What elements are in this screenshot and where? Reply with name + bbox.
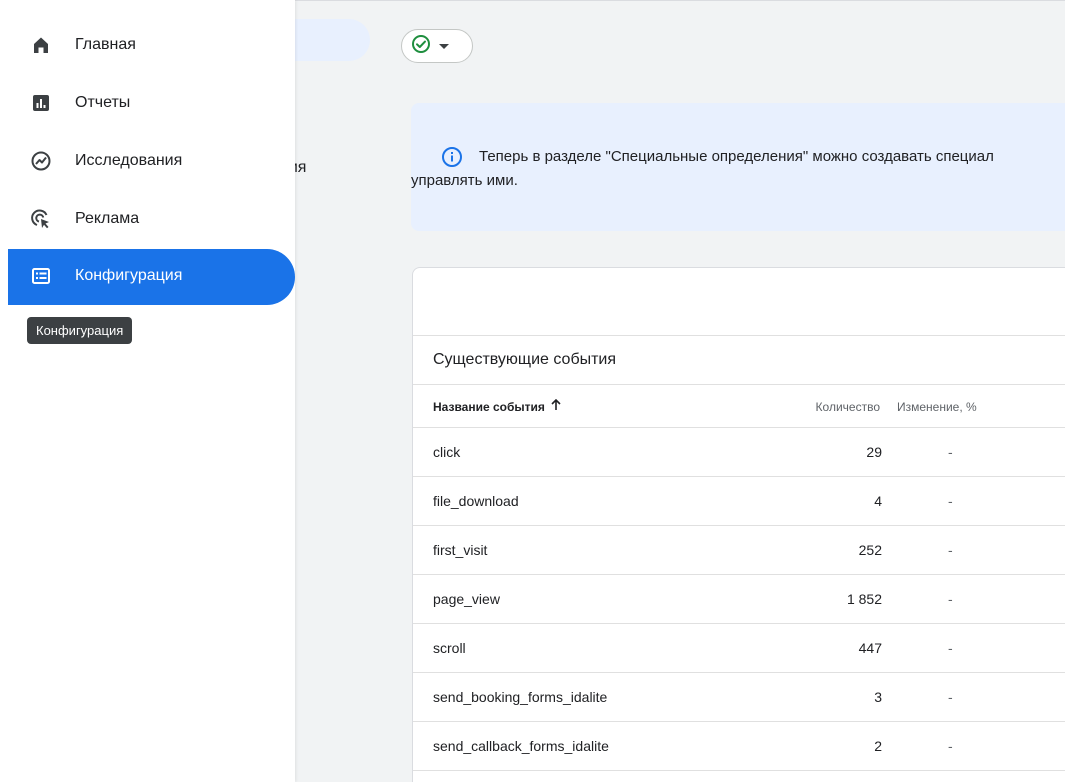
info-icon [441, 146, 463, 168]
nav-item-label: Реклама [75, 210, 140, 227]
event-name: scroll [433, 640, 466, 656]
banner-text-line1: Теперь в разделе "Специальные определени… [479, 148, 994, 165]
advertising-cursor-icon [30, 208, 52, 230]
event-name: send_booking_forms_idalite [433, 689, 608, 705]
nav-item-home[interactable]: Главная [8, 18, 295, 74]
event-change: - [948, 640, 953, 656]
event-count: 29 [866, 444, 882, 460]
chevron-down-icon [439, 43, 449, 49]
event-change: - [948, 542, 953, 558]
table-row[interactable]: click 29 - [413, 428, 1065, 477]
status-dropdown[interactable] [401, 29, 473, 63]
event-count: 3 [874, 689, 882, 705]
column-header-change[interactable]: Изменение, % [897, 400, 977, 414]
column-header-name-label: Название события [433, 399, 545, 414]
table-row[interactable]: send_callback_forms_idalite 2 - [413, 722, 1065, 771]
nav-item-label: Отчеты [75, 94, 131, 111]
event-change: - [948, 444, 953, 460]
events-table-title: Существующие события [413, 336, 1065, 385]
table-row[interactable]: send_booking_forms_idalite 3 - [413, 673, 1065, 722]
event-name: click [433, 444, 461, 460]
event-name: send_callback_forms_idalite [433, 738, 609, 754]
event-count: 447 [858, 640, 882, 656]
event-name: first_visit [433, 542, 488, 558]
event-name: file_download [433, 493, 519, 509]
nav-item-configure[interactable]: Конфигурация [8, 249, 295, 305]
column-header-name[interactable]: Название события [433, 398, 562, 414]
nav-item-label: Исследования [75, 152, 183, 169]
table-row[interactable]: first_visit 252 - [413, 526, 1065, 575]
column-header-count[interactable]: Количество [816, 400, 880, 414]
event-count: 4 [874, 493, 882, 509]
event-change: - [948, 689, 953, 705]
nav-item-explore[interactable]: Исследования [8, 134, 295, 190]
reports-bar-chart-icon [30, 92, 52, 114]
table-header: Название события Количество Изменение, % [413, 385, 1065, 428]
events-card: Существующие события Название события Ко… [412, 267, 1065, 782]
event-count: 252 [858, 542, 882, 558]
nav-item-label: Конфигурация [75, 267, 183, 284]
table-row[interactable]: page_view 1 852 - [413, 575, 1065, 624]
sidebar-nav: Главная Отчеты Исследования Реклама Конф… [0, 0, 295, 782]
table-row[interactable]: file_download 4 - [413, 477, 1065, 526]
info-banner: Теперь в разделе "Специальные определени… [411, 103, 1065, 231]
nav-item-advertising[interactable]: Реклама [8, 192, 295, 248]
configure-list-icon [30, 265, 52, 287]
event-count: 2 [874, 738, 882, 754]
explore-icon [30, 150, 52, 172]
banner-text-line2: управлять ими. [411, 172, 518, 189]
event-change: - [948, 738, 953, 754]
nav-item-label: Главная [75, 36, 136, 53]
tooltip: Конфигурация [27, 317, 133, 344]
event-count: 1 852 [846, 591, 882, 607]
nav-item-reports[interactable]: Отчеты [8, 76, 295, 132]
event-change: - [948, 591, 953, 607]
check-circle-icon [411, 34, 431, 59]
arrow-up-icon [550, 398, 562, 414]
table-row[interactable]: scroll 447 - [413, 624, 1065, 673]
card-header [413, 268, 1065, 336]
event-change: - [948, 493, 953, 509]
home-icon [30, 34, 52, 56]
event-name: page_view [433, 591, 500, 607]
